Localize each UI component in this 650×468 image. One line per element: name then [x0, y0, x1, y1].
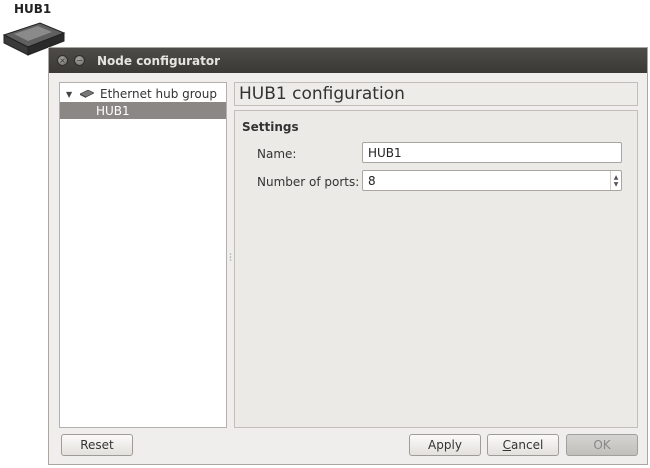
ok-button[interactable]: OK [566, 434, 638, 456]
spin-down-icon[interactable]: ▼ [614, 181, 619, 188]
ethernet-hub-icon [80, 90, 94, 98]
ports-spinbox[interactable]: 8 ▲ ▼ [362, 170, 622, 191]
triangle-down-icon[interactable]: ▼ [66, 90, 76, 99]
ports-value[interactable]: 8 [368, 174, 610, 188]
tree-item-hub1[interactable]: HUB1 [60, 102, 226, 119]
spin-arrows[interactable]: ▲ ▼ [610, 171, 621, 190]
name-label: Name: [257, 147, 297, 161]
tree-group-ethernet-hub[interactable]: ▼ Ethernet hub group [60, 86, 226, 102]
spin-up-icon[interactable]: ▲ [614, 174, 619, 181]
splitter-handle[interactable] [229, 253, 232, 261]
hub-node-label: HUB1 [14, 2, 52, 16]
name-input[interactable] [362, 142, 622, 163]
minimize-icon[interactable]: − [74, 55, 85, 66]
tree-group-label: Ethernet hub group [100, 87, 217, 101]
cancel-label-rest: ancel [511, 438, 544, 452]
apply-button[interactable]: Apply [409, 434, 481, 456]
config-title: HUB1 configuration [239, 84, 405, 104]
tree-item-label: HUB1 [96, 103, 130, 118]
title-bar[interactable]: × − Node configurator [49, 48, 647, 73]
reset-button[interactable]: Reset [61, 434, 133, 456]
cancel-button[interactable]: Cancel [487, 434, 559, 456]
node-configurator-dialog: × − Node configurator ▼ Ethernet hub gro… [48, 47, 648, 465]
settings-title: Settings [242, 120, 299, 134]
desktop: HUB1 × − Node configurator ▼ Ethernet hu… [0, 0, 650, 468]
settings-group: Settings Name: Number of ports: 8 ▲ ▼ [234, 110, 638, 428]
close-icon[interactable]: × [57, 55, 68, 66]
ports-label: Number of ports: [257, 175, 360, 189]
cancel-mnemonic: C [502, 438, 512, 452]
config-header: HUB1 configuration [234, 82, 638, 106]
window-title: Node configurator [97, 53, 221, 68]
node-tree[interactable]: ▼ Ethernet hub group HUB1 [59, 82, 227, 428]
